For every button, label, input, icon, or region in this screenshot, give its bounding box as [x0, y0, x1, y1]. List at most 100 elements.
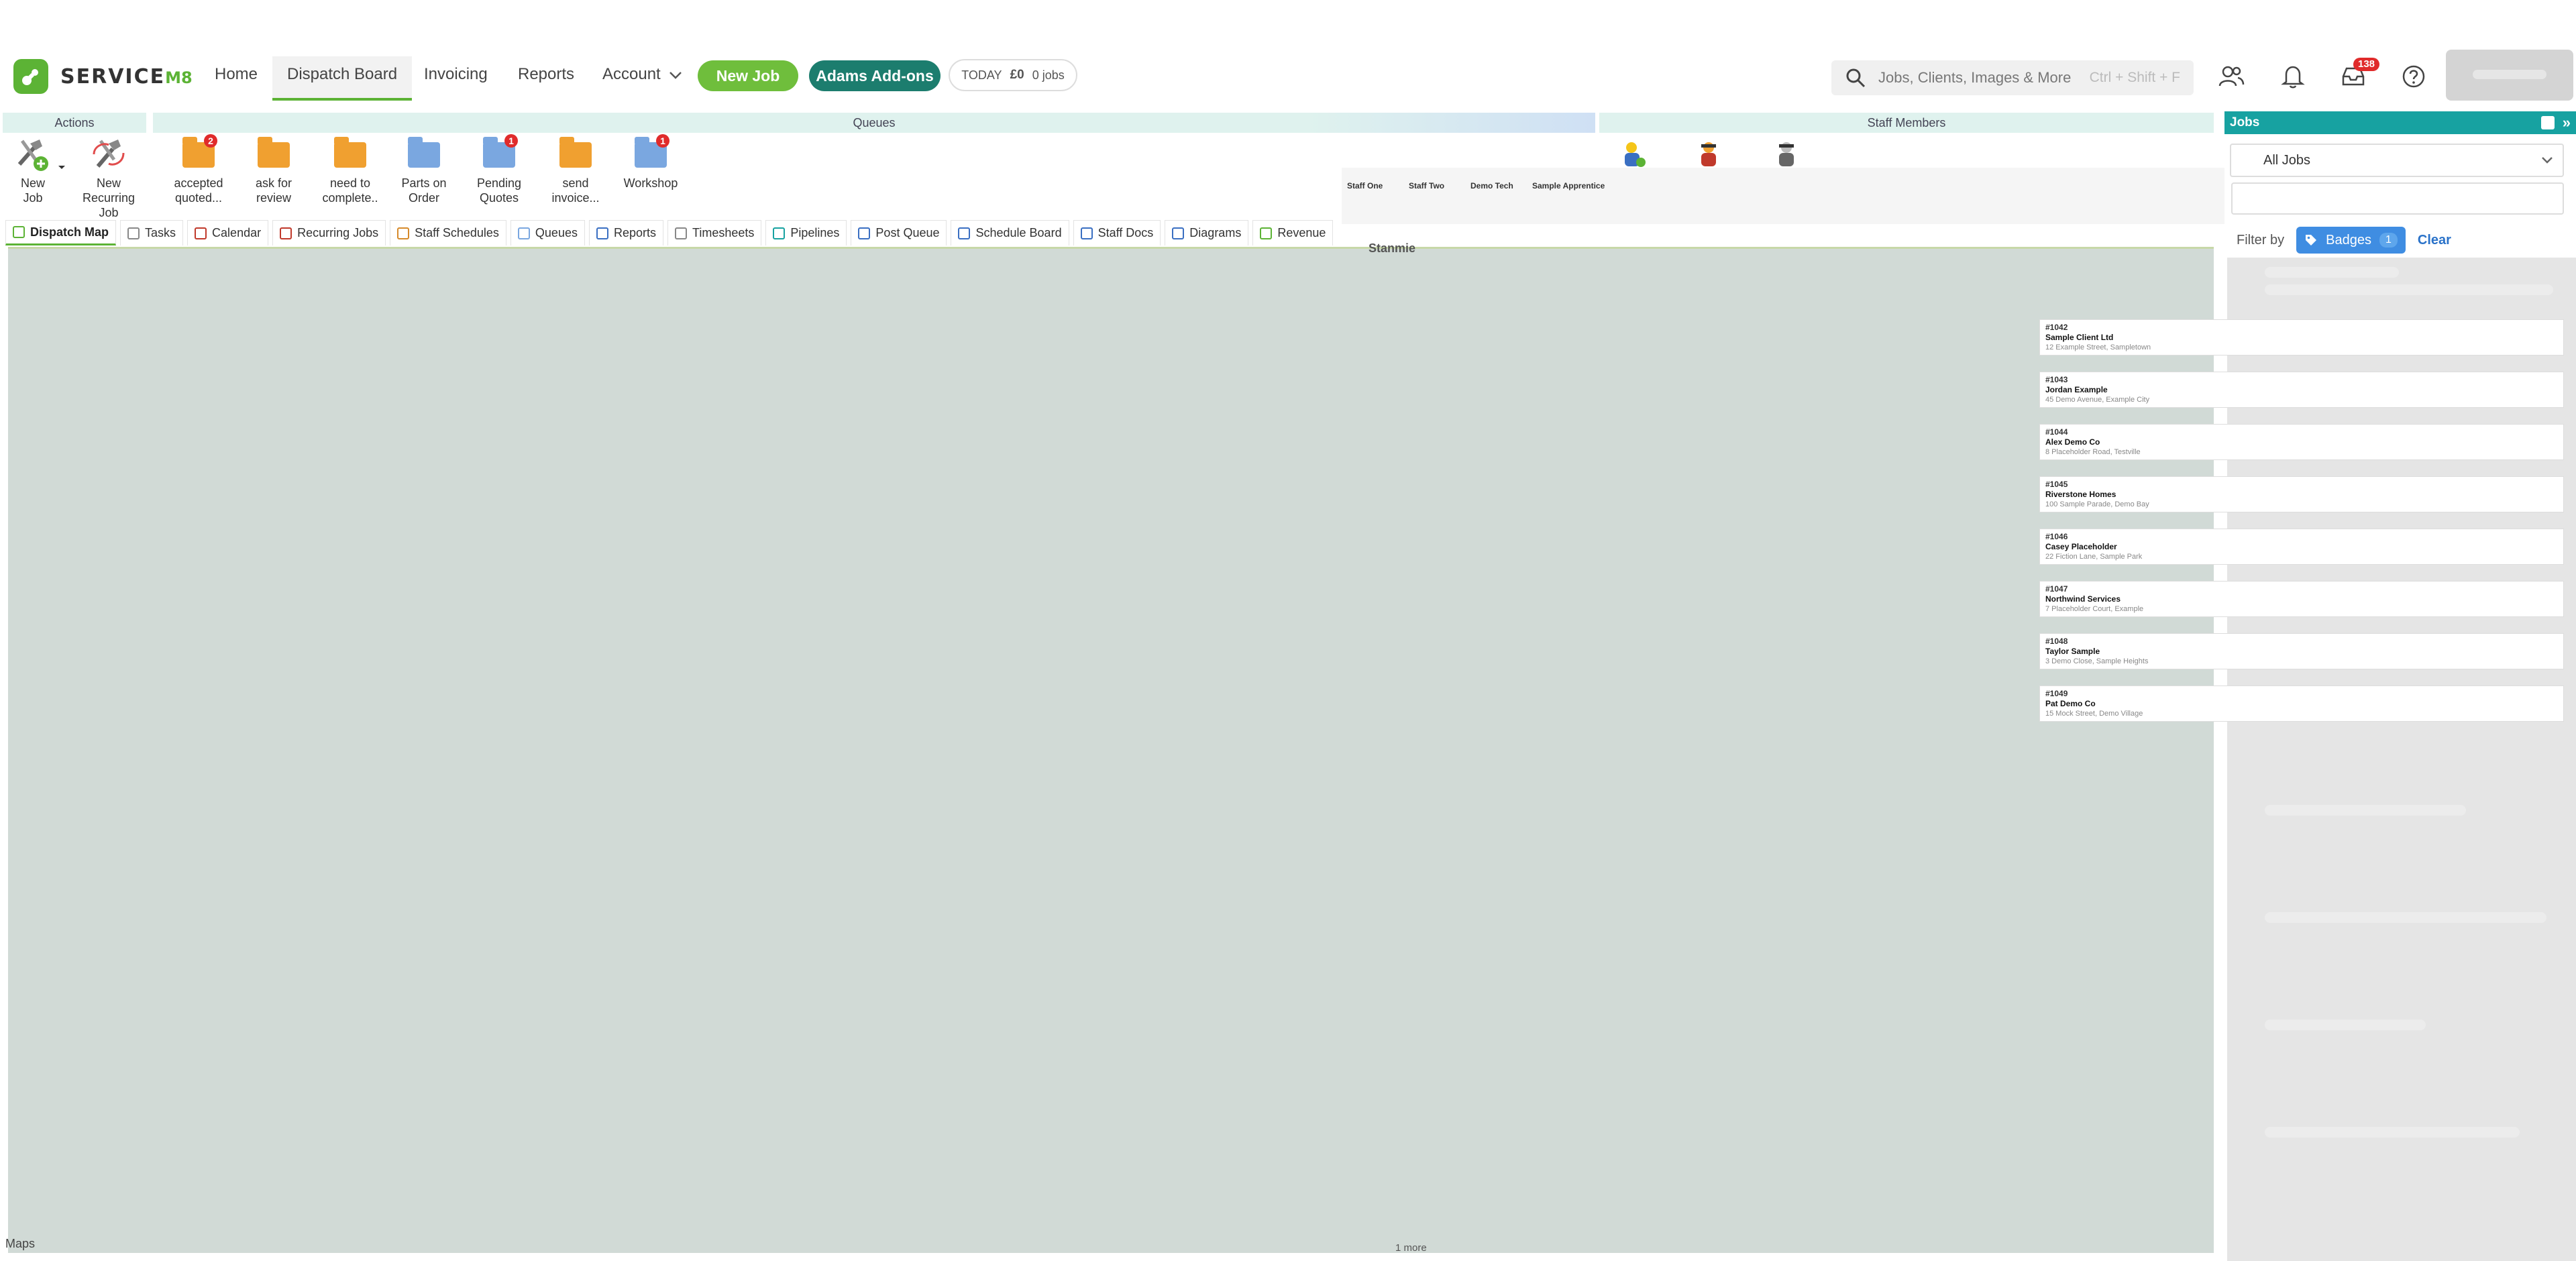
job-placeholder-row — [2265, 912, 2546, 923]
jobs-search-input[interactable] — [2231, 182, 2564, 215]
map-place-label: Stanmie — [1368, 241, 1416, 255]
tab-staff-schedules[interactable]: Staff Schedules — [390, 220, 506, 245]
tab-queues[interactable]: Queues — [510, 220, 585, 245]
tab-revenue[interactable]: Revenue — [1252, 220, 1334, 245]
top-navigation: SERVICEM8 Home Dispatch Board Invoicing … — [0, 0, 2576, 107]
tab-schedule-board[interactable]: Schedule Board — [951, 220, 1069, 245]
queue-item-label: Pending Quotes — [476, 176, 522, 205]
tab-recurring-jobs[interactable]: Recurring Jobs — [272, 220, 386, 245]
tab-timesheets[interactable]: Timesheets — [667, 220, 762, 245]
job-card-number: #1046 — [2045, 532, 2068, 541]
job-cards-list: #1042 Sample Client Ltd 12 Example Street,… — [2039, 319, 2564, 738]
job-card-address: 8 Placeholder Road, Testville — [2045, 448, 2141, 456]
tab-label: Pipelines — [790, 226, 840, 239]
chevron-down-icon — [2542, 157, 2553, 164]
tab-reports[interactable]: Reports — [588, 220, 663, 245]
staff-name-1[interactable]: Staff One — [1347, 181, 1383, 190]
tab-icon — [1260, 227, 1273, 239]
new-job-dropdown-icon[interactable] — [58, 165, 66, 170]
new-job-action-label: New Job — [20, 176, 45, 205]
collapse-panel-icon[interactable]: » — [2563, 114, 2571, 131]
queue-item[interactable]: ask for review — [246, 134, 302, 205]
job-card[interactable]: #1042 Sample Client Ltd 12 Example Street,… — [2039, 319, 2564, 355]
staff-avatar-1-icon[interactable] — [1618, 138, 1649, 169]
job-placeholder-row — [2265, 284, 2553, 295]
job-card-number: #1045 — [2045, 480, 2068, 489]
app-root: SERVICEM8 Home Dispatch Board Invoicing … — [0, 0, 2576, 1261]
queue-count-badge: 1 — [504, 134, 518, 148]
nav-dispatch-board[interactable]: Dispatch Board — [272, 56, 413, 101]
new-job-action[interactable]: New Job — [9, 134, 56, 205]
staff-name-2[interactable]: Staff Two — [1409, 181, 1444, 190]
tab-post-queue[interactable]: Post Queue — [851, 220, 947, 245]
job-card-client: Northwind Services — [2045, 594, 2121, 604]
tab-label: Tasks — [145, 226, 176, 239]
new-job-icon — [13, 134, 53, 173]
job-card[interactable]: #1046 Casey Placeholder 22 Fiction Lane, S… — [2039, 529, 2564, 565]
job-card[interactable]: #1044 Alex Demo Co 8 Placeholder Road, Tes… — [2039, 424, 2564, 460]
today-summary[interactable]: TODAY £0 0 jobs — [949, 59, 1077, 91]
tab-label: Calendar — [212, 226, 262, 239]
bell-icon[interactable] — [2279, 63, 2306, 90]
tab-diagrams[interactable]: Diagrams — [1165, 220, 1249, 245]
tab-icon — [280, 227, 292, 239]
search-bar[interactable]: Jobs, Clients, Images & More Ctrl + Shif… — [1831, 60, 2194, 95]
new-recurring-job-action[interactable]: New Recurring Job — [70, 134, 148, 220]
job-card[interactable]: #1049 Pat Demo Co 15 Mock Street, Demo Vil… — [2039, 686, 2564, 722]
nav-reports[interactable]: Reports — [518, 64, 574, 101]
queue-item[interactable]: Parts on Order — [396, 134, 452, 205]
nav-home[interactable]: Home — [215, 64, 258, 101]
tab-icon — [127, 227, 140, 239]
badges-filter-button[interactable]: Badges 1 — [2296, 227, 2406, 254]
queues-panel-title: Queues — [153, 113, 1595, 133]
tab-label: Queues — [535, 226, 578, 239]
servicem8-logo[interactable]: SERVICEM8 — [13, 59, 193, 94]
tab-tasks[interactable]: Tasks — [120, 220, 184, 245]
job-card-client: Pat Demo Co — [2045, 699, 2096, 708]
queue-item[interactable]: 1 Pending Quotes — [471, 134, 527, 205]
new-job-button[interactable]: New Job — [698, 60, 798, 91]
clear-filter-link[interactable]: Clear — [2418, 233, 2451, 248]
tab-icon — [1080, 227, 1093, 239]
jobs-select-all-checkbox[interactable] — [2540, 116, 2555, 129]
map-attribution[interactable]: Maps — [5, 1237, 35, 1251]
nav-invoicing[interactable]: Invoicing — [424, 64, 488, 101]
tab-calendar[interactable]: Calendar — [187, 220, 269, 245]
tab-pipelines[interactable]: Pipelines — [765, 220, 847, 245]
tab-label: Diagrams — [1189, 226, 1242, 239]
job-card[interactable]: #1043 Jordan Example 45 Demo Avenue, Examp… — [2039, 372, 2564, 408]
actions-panel-title: Actions — [3, 113, 146, 133]
staff-icon[interactable] — [2218, 63, 2245, 90]
addons-button[interactable]: Adams Add-ons — [809, 60, 941, 91]
job-card-client: Jordan Example — [2045, 385, 2108, 394]
job-card[interactable]: #1045 Riverstone Homes 100 Sample Parade, … — [2039, 476, 2564, 512]
folder-icon: 2 — [178, 134, 219, 173]
staff-avatar-2-icon[interactable] — [1693, 138, 1724, 169]
dispatch-map[interactable] — [8, 247, 2214, 1253]
help-icon[interactable] — [2400, 63, 2427, 90]
queue-item-label: ask for review — [255, 176, 292, 205]
tab-staff-docs[interactable]: Staff Docs — [1073, 220, 1161, 245]
map-more-label[interactable]: 1 more — [1395, 1242, 1427, 1254]
queue-item[interactable]: send invoice... — [547, 134, 604, 205]
staff-avatar-3-icon[interactable] — [1771, 138, 1802, 169]
tab-icon — [773, 227, 786, 239]
job-card-client: Casey Placeholder — [2045, 542, 2117, 551]
nav-account[interactable]: Account — [602, 64, 682, 101]
queue-item[interactable]: need to complete.. — [322, 134, 378, 205]
jobs-panel-header: Jobs » — [2224, 111, 2576, 134]
tab-dispatch-map[interactable]: Dispatch Map — [5, 220, 117, 245]
user-menu-button[interactable] — [2446, 50, 2573, 101]
job-card[interactable]: #1048 Taylor Sample 3 Demo Close, Sample H… — [2039, 633, 2564, 669]
staff-name-4[interactable]: Sample Apprentice — [1532, 181, 1605, 190]
tab-icon — [958, 227, 971, 239]
queue-item[interactable]: 2 accepted quoted... — [170, 134, 227, 205]
job-card[interactable]: #1047 Northwind Services 7 Placeholder Cou… — [2039, 581, 2564, 617]
tab-label: Staff Schedules — [415, 226, 499, 239]
tab-icon — [596, 227, 608, 239]
inbox-button[interactable]: 138 — [2340, 58, 2380, 90]
queue-item[interactable]: 1 Workshop — [623, 134, 679, 190]
job-card-address: 100 Sample Parade, Demo Bay — [2045, 500, 2149, 508]
jobs-filter-select[interactable]: All Jobs — [2230, 144, 2564, 177]
staff-name-3[interactable]: Demo Tech — [1470, 181, 1513, 190]
